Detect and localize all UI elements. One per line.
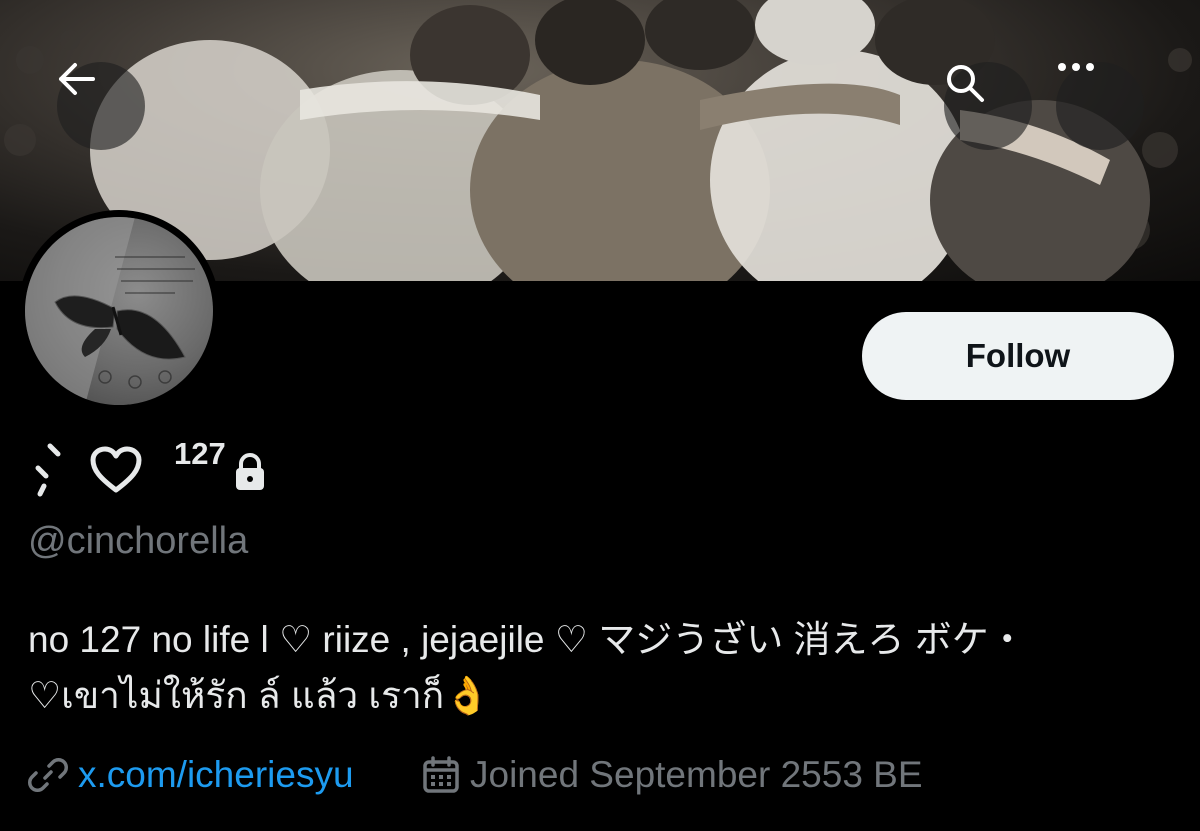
avatar[interactable]: [18, 210, 220, 412]
bio-line-2: ♡เขาไม่ให้รัก ล์ แล้ว เราก็👌: [28, 675, 491, 716]
more-horizontal-icon: [1058, 63, 1094, 71]
lock-icon: [236, 452, 264, 490]
back-button[interactable]: [57, 62, 145, 150]
name-mark-icon: [35, 443, 61, 497]
search-icon: [947, 65, 984, 102]
link-icon: [28, 758, 68, 792]
more-options-button[interactable]: [1056, 62, 1144, 150]
display-name-number: 127: [174, 436, 226, 471]
search-button[interactable]: [944, 62, 1032, 150]
profile-link-text[interactable]: x.com/icheriesyu: [78, 754, 354, 796]
avatar-image: [25, 217, 213, 405]
display-name: 127: [28, 436, 428, 498]
bio-line-1: no 127 no life l ♡ riize , jejaejile ♡ マ…: [28, 619, 1026, 660]
follow-button[interactable]: Follow: [862, 312, 1174, 400]
arrow-left-icon: [59, 63, 95, 95]
joined-date-text: Joined September 2553 BE: [470, 754, 923, 795]
joined-date: Joined September 2553 BE: [422, 750, 923, 800]
profile-meta: x.com/icheriesyu Joined September 2553 B…: [28, 750, 1198, 800]
profile-link[interactable]: x.com/icheriesyu: [28, 750, 354, 800]
profile-handle: @cinchorella: [28, 520, 249, 562]
profile-bio: no 127 no life l ♡ riize , jejaejile ♡ マ…: [28, 612, 1188, 724]
calendar-icon: [423, 756, 459, 793]
heart-outline-icon: [90, 446, 142, 493]
